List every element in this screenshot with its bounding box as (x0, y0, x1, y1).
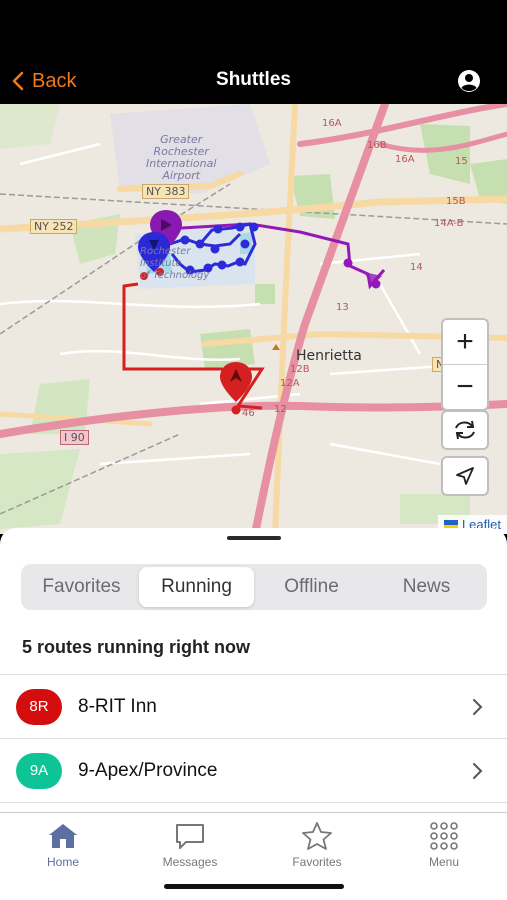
route-name: 8-RIT Inn (78, 695, 157, 717)
star-icon (302, 822, 332, 850)
location-arrow-icon (456, 467, 474, 485)
exit-label: 16A (395, 154, 415, 165)
chevron-right-icon (473, 698, 483, 715)
exit-label: 12A (280, 378, 300, 389)
refresh-button[interactable] (441, 410, 489, 450)
profile-icon[interactable] (457, 69, 481, 93)
home-indicator (164, 884, 344, 889)
exit-label: 15 (455, 156, 468, 167)
map-label-i90: I 90 (60, 430, 89, 445)
chevron-right-icon (473, 762, 483, 779)
page-title: Shuttles (216, 69, 291, 90)
divider (0, 802, 507, 803)
tab-label: Home (46, 855, 79, 869)
locate-me-button[interactable] (441, 456, 489, 496)
route-badge: 9A (16, 752, 62, 789)
route-row-9a[interactable]: 9A 9-Apex/Province (0, 739, 507, 802)
exit-label: 12 (274, 404, 287, 415)
tab-label: Messages (162, 855, 218, 869)
grid-menu-icon (430, 822, 458, 850)
map-label-rit: Rochester Institute of Technology (140, 246, 210, 281)
home-icon (49, 824, 77, 848)
route-row-8r[interactable]: 8R 8-RIT Inn (0, 675, 507, 738)
exit-label: 16B (367, 140, 387, 151)
messages-icon (176, 824, 204, 849)
exit-label: 14 (410, 262, 423, 273)
map-label-ny383: NY 383 (142, 184, 190, 199)
tab-label: Menu (428, 855, 460, 869)
zoom-out-button[interactable]: − (443, 365, 487, 409)
status-bar (0, 0, 507, 58)
route-filter-tabs: Favorites Running Offline News (21, 564, 487, 610)
map-label-ny252: NY 252 (30, 219, 78, 234)
tab-favorites-nav[interactable]: Favorites (267, 819, 367, 875)
tab-messages[interactable]: Messages (140, 819, 240, 875)
map-tiles (0, 104, 507, 534)
zoom-control: + − (441, 318, 489, 411)
zoom-in-button[interactable]: + (443, 320, 487, 364)
navigation-bar: Back Shuttles (0, 58, 507, 104)
refresh-icon (455, 420, 475, 440)
tab-news[interactable]: News (369, 567, 484, 607)
exit-label: 12B (290, 364, 310, 375)
exit-label: 16A (322, 118, 342, 129)
exit-label: 15B (446, 196, 466, 207)
exit-label: 14A-B (434, 218, 464, 229)
route-badge: 8R (16, 688, 62, 725)
tab-menu[interactable]: Menu (394, 819, 494, 875)
tab-favorites[interactable]: Favorites (24, 567, 139, 607)
route-name: 9-Apex/Province (78, 759, 218, 781)
running-count-header: 5 routes running right now (22, 637, 250, 657)
tab-offline[interactable]: Offline (254, 567, 369, 607)
map-label-airport: Greater Rochester International Airport (146, 133, 217, 182)
map-label-henrietta: Henrietta (296, 348, 362, 364)
sheet-grabber[interactable] (227, 536, 281, 540)
tab-label: Favorites (292, 855, 342, 869)
tab-running[interactable]: Running (139, 567, 254, 607)
exit-label: 13 (336, 302, 349, 313)
shuttle-map[interactable]: Greater Rochester International Airport … (0, 104, 507, 534)
tab-home[interactable]: Home (13, 819, 113, 875)
exit-label: 46 (242, 408, 255, 419)
